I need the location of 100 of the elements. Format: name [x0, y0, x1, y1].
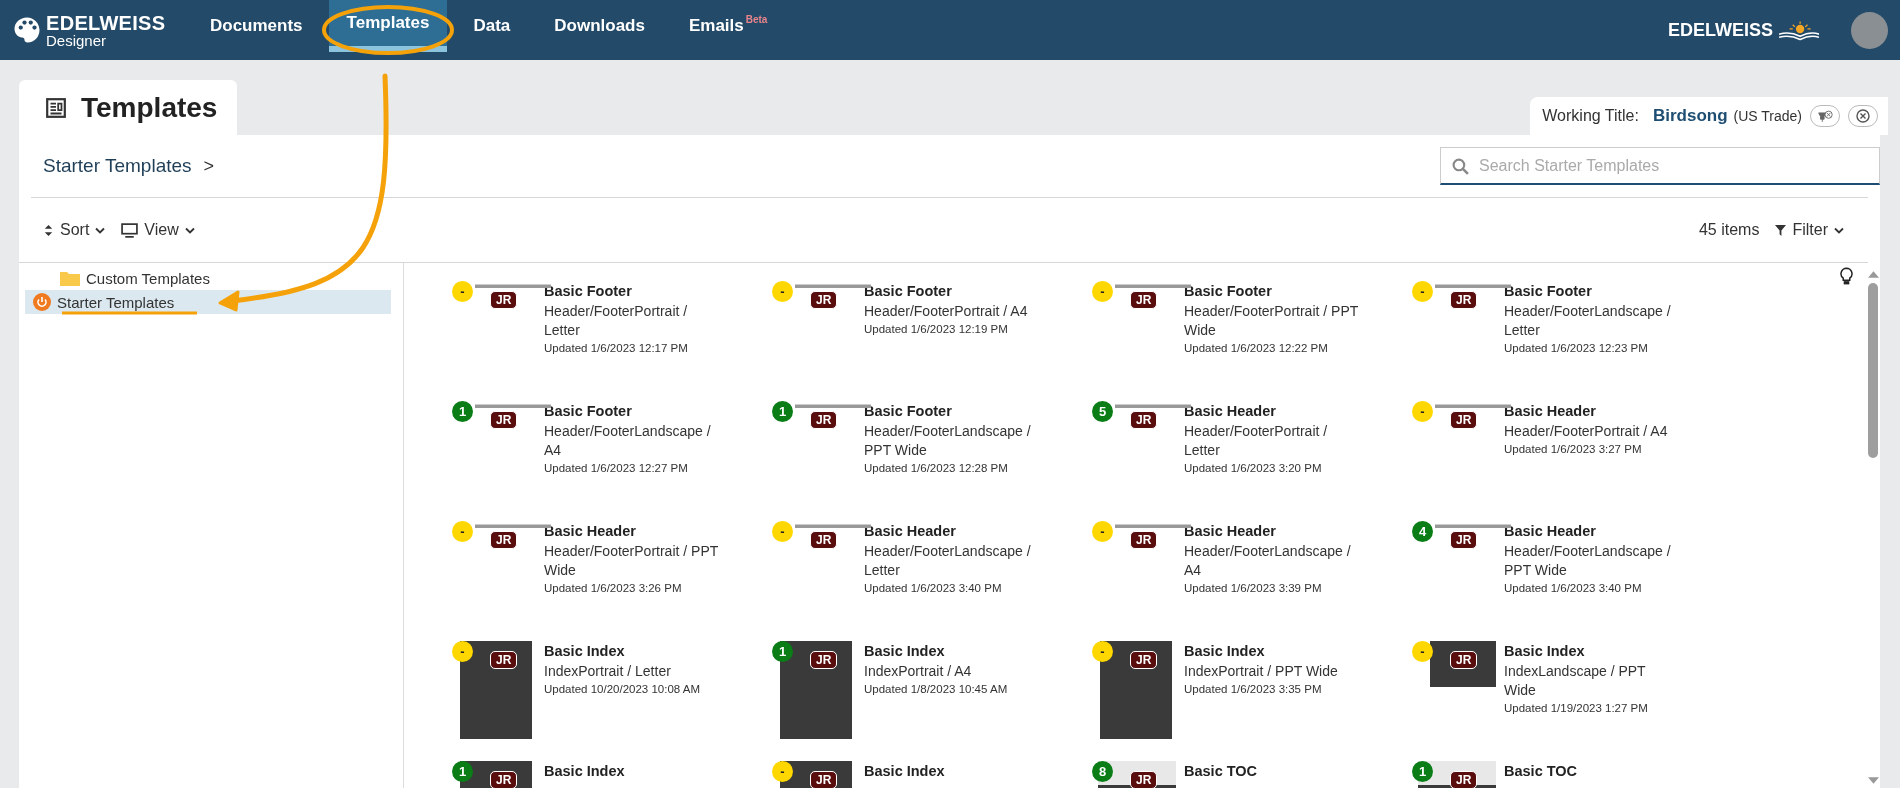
status-badge: -: [452, 521, 473, 542]
nav-tab[interactable]: Documents: [192, 0, 321, 52]
template-format: Header/FooterPortrait / A4: [1504, 422, 1669, 441]
template-title[interactable]: Basic Index: [1504, 643, 1679, 659]
status-badge: -: [1412, 641, 1433, 662]
nav-tab[interactable]: Downloads: [536, 0, 663, 52]
initials-badge: JR: [1130, 411, 1158, 429]
template-thumbnail[interactable]: [460, 641, 532, 739]
initials-badge: JR: [490, 291, 518, 309]
template-format: Header/FooterPortrait / Letter: [544, 302, 689, 340]
close-button[interactable]: [1848, 105, 1878, 127]
template-title[interactable]: Basic Index: [544, 643, 719, 659]
updated-date: Updated 1/6/2023 3:26 PM: [544, 581, 683, 594]
template-title[interactable]: Basic Index: [864, 643, 1039, 659]
template-format: Header/FooterPortrait / PPT Wide: [544, 542, 719, 580]
updated-date: Updated 1/6/2023 12:27 PM: [544, 461, 689, 474]
initials-badge: JR: [490, 411, 518, 429]
updated-date: Updated 1/6/2023 3:27 PM: [1504, 442, 1643, 455]
power-icon: [33, 293, 51, 311]
initials-badge: JR: [810, 531, 838, 549]
initials-badge: JR: [810, 291, 838, 309]
monitor-icon: [121, 222, 139, 238]
sidebar-item[interactable]: Custom Templates: [25, 266, 403, 290]
scroll-down-icon[interactable]: [1867, 777, 1879, 784]
initials-badge: JR: [1450, 771, 1478, 788]
status-badge: -: [1412, 281, 1433, 302]
template-format: IndexPortrait / A4: [864, 662, 973, 681]
close-icon: [1856, 109, 1870, 123]
search-icon: [1452, 158, 1469, 175]
initials-badge: JR: [810, 411, 838, 429]
status-badge: -: [772, 521, 793, 542]
initials-badge: JR: [1450, 531, 1478, 549]
template-title[interactable]: Basic TOC: [1184, 763, 1359, 779]
updated-date: Updated 1/6/2023 12:28 PM: [864, 461, 1009, 474]
document-icon: [45, 96, 67, 119]
status-badge: -: [452, 281, 473, 302]
template-title[interactable]: Basic Index: [1184, 643, 1359, 659]
initials-badge: JR: [490, 651, 518, 669]
template-format: Header/FooterPortrait / A4: [864, 302, 1029, 321]
initials-badge: JR: [1130, 651, 1158, 669]
caret-icon: [95, 226, 106, 234]
lightbulb-icon[interactable]: [1840, 267, 1853, 286]
updated-date: Updated 1/6/2023 3:40 PM: [864, 581, 1003, 594]
status-badge: 4: [1412, 521, 1433, 542]
updated-date: Updated 1/6/2023 12:22 PM: [1184, 341, 1329, 354]
filter-icon: [1775, 223, 1787, 237]
template-thumbnail[interactable]: [780, 641, 852, 739]
initials-badge: JR: [810, 771, 838, 788]
unpin-icon: [1816, 109, 1834, 123]
avatar[interactable]: [1851, 11, 1888, 49]
initials-badge: JR: [490, 771, 518, 788]
template-title[interactable]: Basic Index: [544, 763, 719, 779]
book-sun-icon: [1777, 19, 1819, 41]
updated-date: Updated 1/6/2023 3:35 PM: [1184, 682, 1323, 695]
status-badge: -: [1412, 401, 1433, 422]
scroll-up-icon[interactable]: [1867, 271, 1879, 278]
sidebar-label: Starter Templates: [57, 293, 175, 311]
updated-date: Updated 1/8/2023 10:45 AM: [864, 682, 1009, 695]
updated-date: Updated 1/6/2023 12:23 PM: [1504, 341, 1649, 354]
working-title-edition: (US Trade): [1733, 108, 1802, 124]
sort-icon: [43, 223, 54, 237]
folder-icon: [60, 270, 80, 286]
updated-date: Updated 1/6/2023 12:19 PM: [864, 322, 1009, 335]
updated-date: Updated 1/19/2023 1:27 PM: [1504, 701, 1649, 714]
updated-date: Updated 1/6/2023 3:39 PM: [1184, 581, 1323, 594]
search-field[interactable]: Search Starter Templates: [1440, 147, 1880, 185]
working-title-name[interactable]: Birdsong: [1652, 106, 1728, 126]
template-title[interactable]: Basic Index: [864, 763, 1039, 779]
template-format: Header/FooterLandscape / PPT Wide: [1504, 542, 1672, 580]
updated-date: Updated 1/6/2023 12:17 PM: [544, 341, 689, 354]
template-format: Header/FooterLandscape / A4: [544, 422, 712, 460]
filter-button[interactable]: Filter: [1775, 221, 1844, 239]
nav-tab[interactable]: Emails$^{Beta}$: [670, 0, 786, 52]
updated-date: Updated 1/6/2023 3:20 PM: [1184, 461, 1323, 474]
scrollbar-thumb[interactable]: [1868, 283, 1878, 458]
breadcrumb[interactable]: Starter Templates: [43, 155, 192, 177]
template-format: IndexPortrait / PPT Wide: [1184, 662, 1339, 681]
unpin-button[interactable]: [1810, 105, 1840, 127]
template-format: IndexPortrait / Letter: [544, 662, 672, 681]
sort-button[interactable]: Sort: [43, 221, 106, 239]
logo-title: EDELWEISS: [46, 12, 166, 33]
logo-subtitle: Designer: [46, 32, 108, 48]
view-button[interactable]: View: [121, 221, 195, 239]
status-badge: 5: [1092, 401, 1113, 422]
initials-badge: JR: [1450, 651, 1478, 669]
template-format: Header/FooterLandscape / A4: [1184, 542, 1352, 580]
template-thumbnail[interactable]: [1100, 641, 1172, 739]
initials-badge: JR: [1450, 291, 1478, 309]
nav-tab[interactable]: Data: [455, 0, 529, 52]
initials-badge: JR: [1130, 531, 1158, 549]
caret-icon: [184, 226, 195, 234]
sidebar-item[interactable]: Starter Templates: [25, 290, 391, 314]
working-title-label: Working Title:: [1542, 107, 1639, 125]
initials-badge: JR: [1130, 291, 1158, 309]
template-title[interactable]: Basic TOC: [1504, 763, 1679, 779]
sidebar-label: Custom Templates: [86, 269, 210, 287]
status-badge: 1: [772, 401, 793, 422]
palette-icon: [12, 15, 42, 45]
item-count: 45 items: [1698, 221, 1760, 239]
updated-date: Updated 1/6/2023 3:40 PM: [1504, 581, 1643, 594]
